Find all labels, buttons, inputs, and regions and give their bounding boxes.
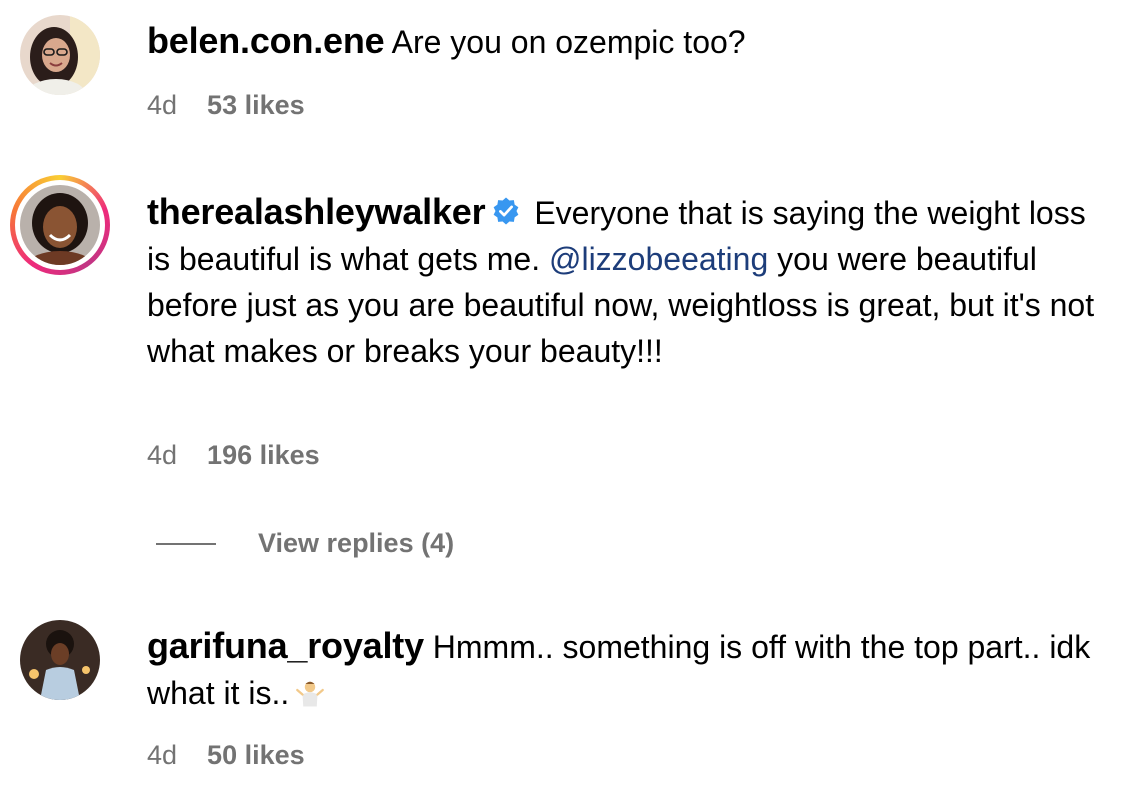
- comment-age: 4d: [147, 90, 178, 120]
- avatar-ashley[interactable]: [10, 175, 110, 275]
- comment-username[interactable]: therealashleywalker: [147, 191, 486, 232]
- like-count[interactable]: 196 likes: [207, 440, 320, 471]
- comment-age: 4d: [147, 440, 178, 470]
- mention-link[interactable]: @lizzobeeating: [549, 241, 768, 277]
- comment-body: belen.con.ene Are you on ozempic too?: [147, 18, 1117, 65]
- avatar-belen[interactable]: [20, 15, 100, 95]
- view-replies-button[interactable]: View replies (4): [156, 528, 454, 559]
- story-ring: [10, 175, 110, 275]
- comment-body: therealashleywalker Everyone that is say…: [147, 189, 1117, 374]
- like-count[interactable]: 50 likes: [207, 740, 305, 771]
- comment-username[interactable]: belen.con.ene: [147, 20, 385, 61]
- avatar-garifuna[interactable]: [20, 620, 100, 700]
- comment-body: garifuna_royalty Hmmm.. something is off…: [147, 623, 1117, 716]
- comment-text: Are you on ozempic too?: [391, 24, 746, 60]
- comment-username[interactable]: garifuna_royalty: [147, 625, 424, 666]
- verified-badge-icon: [494, 197, 519, 225]
- avatar-photo-icon: [20, 620, 100, 700]
- replies-divider: [156, 542, 216, 545]
- view-replies-label: View replies (4): [258, 528, 455, 558]
- comment-age: 4d: [147, 740, 178, 770]
- avatar-photo-icon: [20, 15, 100, 95]
- person-shrugging-icon: [296, 681, 325, 707]
- comment-meta: 4d 50 likes: [147, 740, 305, 771]
- avatar-photo-icon: [20, 185, 100, 265]
- like-count[interactable]: 53 likes: [207, 90, 305, 121]
- comment-meta: 4d 196 likes: [147, 440, 320, 471]
- comment-meta: 4d 53 likes: [147, 90, 305, 121]
